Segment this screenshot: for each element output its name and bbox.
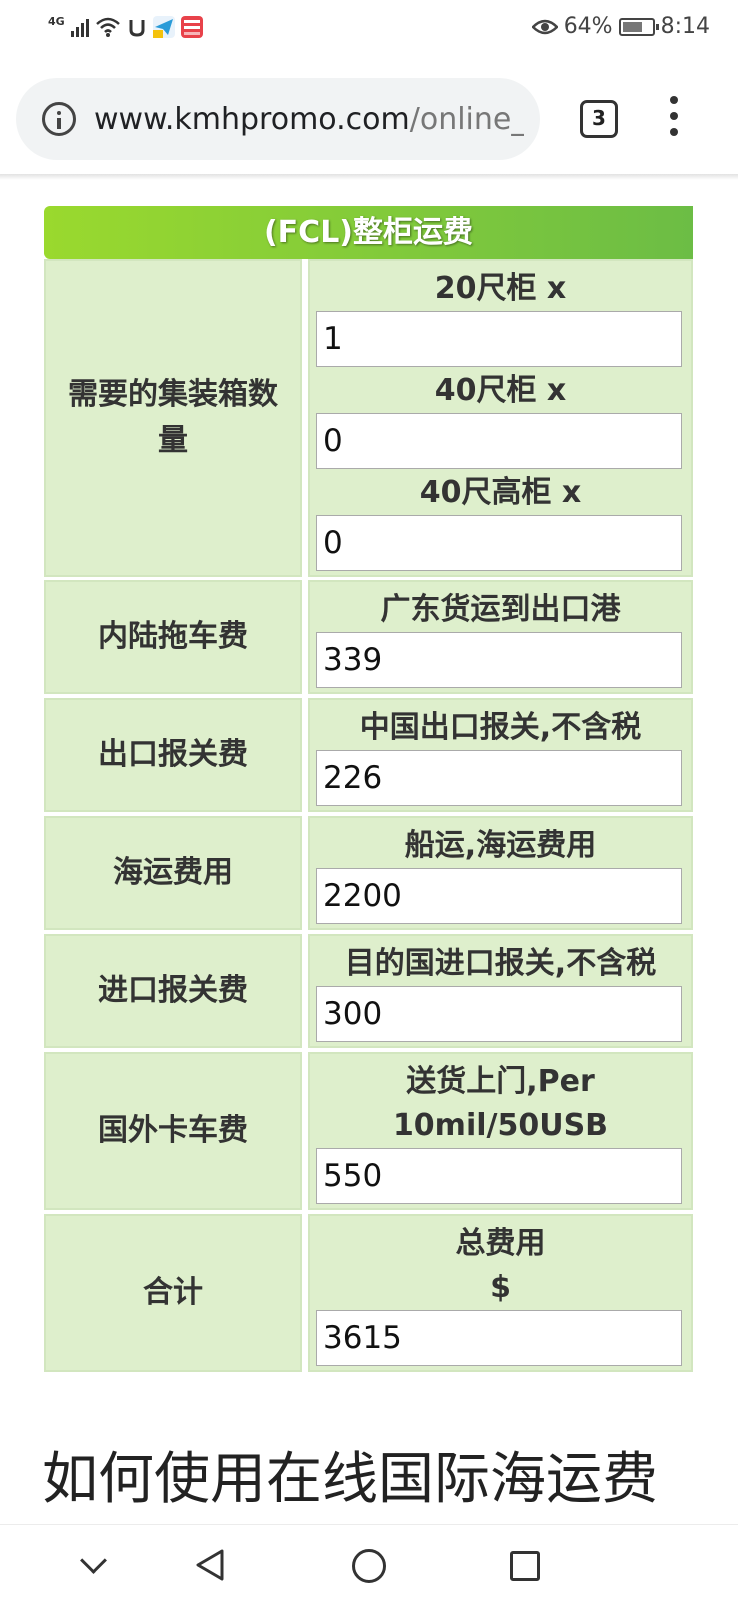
battery-percent: 64%	[563, 14, 613, 39]
field-label-20ft: 20尺柜 x	[434, 271, 567, 306]
field-label-line2: $	[490, 1270, 511, 1305]
table-row-export-customs: 出口报关费 中国出口报关,不含税	[44, 698, 693, 812]
row-label: 海运费用	[44, 816, 302, 930]
field-label: 目的国进口报关,不含税	[344, 946, 657, 981]
row-fields: 目的国进口报关,不含税	[308, 934, 693, 1048]
row-label-text: 内陆拖车费	[98, 619, 248, 654]
input-import-customs[interactable]	[316, 986, 682, 1042]
row-label-text: 进口报关费	[98, 973, 248, 1008]
row-label-text: 合计	[143, 1275, 203, 1310]
status-left: 4G	[48, 14, 203, 38]
address-bar[interactable]: www.kmhpromo.com/online_	[16, 78, 540, 160]
input-20ft-count[interactable]	[316, 311, 682, 367]
input-foreign-trucking[interactable]	[316, 1148, 682, 1204]
url-path: /online_	[409, 101, 524, 137]
table-row-inland-trucking: 内陆拖车费 广东货运到出口港	[44, 580, 693, 694]
field-label-line1: 总费用	[455, 1226, 546, 1261]
telegram-icon	[152, 16, 175, 38]
recent-apps-icon[interactable]	[510, 1551, 540, 1581]
row-label: 需要的集装箱数量	[44, 259, 302, 577]
input-ocean-freight[interactable]	[316, 868, 682, 924]
row-label-text: 需要的集装箱数量	[68, 377, 278, 458]
row-label: 合计	[44, 1214, 302, 1372]
alarm-icon	[129, 20, 145, 37]
row-fields: 20尺柜 x 40尺柜 x 40尺高柜 x	[308, 259, 693, 577]
wifi-icon	[95, 17, 120, 37]
table-row-total: 合计 总费用 $	[44, 1214, 693, 1372]
info-icon[interactable]	[42, 102, 76, 136]
row-label: 内陆拖车费	[44, 580, 302, 694]
row-label: 出口报关费	[44, 698, 302, 812]
table-row-import-customs: 进口报关费 目的国进口报关,不含税	[44, 934, 693, 1048]
field-label: 中国出口报关,不含税	[359, 710, 642, 745]
row-fields: 总费用 $	[308, 1214, 693, 1372]
signal-icon	[70, 17, 89, 37]
field-label-40ft-hc: 40尺高柜 x	[419, 475, 582, 510]
clock: 8:14	[660, 14, 710, 39]
table-header: (FCL)整柜运费	[44, 206, 693, 259]
toutiao-icon	[180, 16, 203, 38]
tab-switcher-button[interactable]: 3	[580, 100, 618, 138]
row-label: 进口报关费	[44, 934, 302, 1048]
field-label-line1: 送货上门,Per	[406, 1064, 595, 1099]
row-label-text: 出口报关费	[98, 737, 248, 772]
section-title: 如何使用在线国际海运费	[42, 1447, 658, 1512]
home-icon[interactable]	[352, 1549, 386, 1583]
row-label: 国外卡车费	[44, 1052, 302, 1210]
chevron-down-icon[interactable]	[76, 1547, 112, 1583]
row-fields: 送货上门,Per 10mil/50USB	[308, 1052, 693, 1210]
eye-icon	[531, 19, 558, 34]
input-40ft-count[interactable]	[316, 413, 682, 469]
field-label-line2: 10mil/50USB	[392, 1108, 609, 1143]
url-host: www.kmhpromo.com	[94, 101, 410, 137]
table-row-container-quantity: 需要的集装箱数量 20尺柜 x 40尺柜 x 40尺高柜 x	[44, 259, 693, 577]
field-label-40ft: 40尺柜 x	[434, 373, 567, 408]
system-nav-bar	[0, 1524, 738, 1600]
browser-toolbar: www.kmhpromo.com/online_ 3	[0, 64, 738, 176]
browser-page: 4G 64% 8:14 www.kmhpromo.com/online_ 3 (…	[0, 0, 738, 1600]
row-label-text: 国外卡车费	[98, 1113, 248, 1148]
field-label: 广东货运到出口港	[380, 592, 621, 627]
table-row-ocean-freight: 海运费用 船运,海运费用	[44, 816, 693, 930]
row-fields: 船运,海运费用	[308, 816, 693, 930]
status-bar: 4G 64% 8:14	[0, 0, 738, 64]
row-fields: 广东货运到出口港	[308, 580, 693, 694]
input-inland-trucking[interactable]	[316, 632, 682, 688]
table-row-foreign-trucking: 国外卡车费 送货上门,Per 10mil/50USB	[44, 1052, 693, 1210]
input-export-customs[interactable]	[316, 750, 682, 806]
field-label: 船运,海运费用	[404, 828, 597, 863]
status-right: 64% 8:14	[531, 14, 710, 39]
toolbar-shadow	[0, 174, 738, 180]
more-menu-icon[interactable]	[664, 96, 684, 142]
url-text[interactable]: www.kmhpromo.com/online_	[94, 102, 524, 137]
input-total[interactable]	[316, 1310, 682, 1366]
row-label-text: 海运费用	[113, 855, 233, 890]
battery-icon	[618, 17, 659, 36]
input-40ft-hc-count[interactable]	[316, 515, 682, 571]
row-fields: 中国出口报关,不含税	[308, 698, 693, 812]
network-type: 4G	[48, 14, 65, 28]
back-icon[interactable]	[192, 1547, 228, 1583]
